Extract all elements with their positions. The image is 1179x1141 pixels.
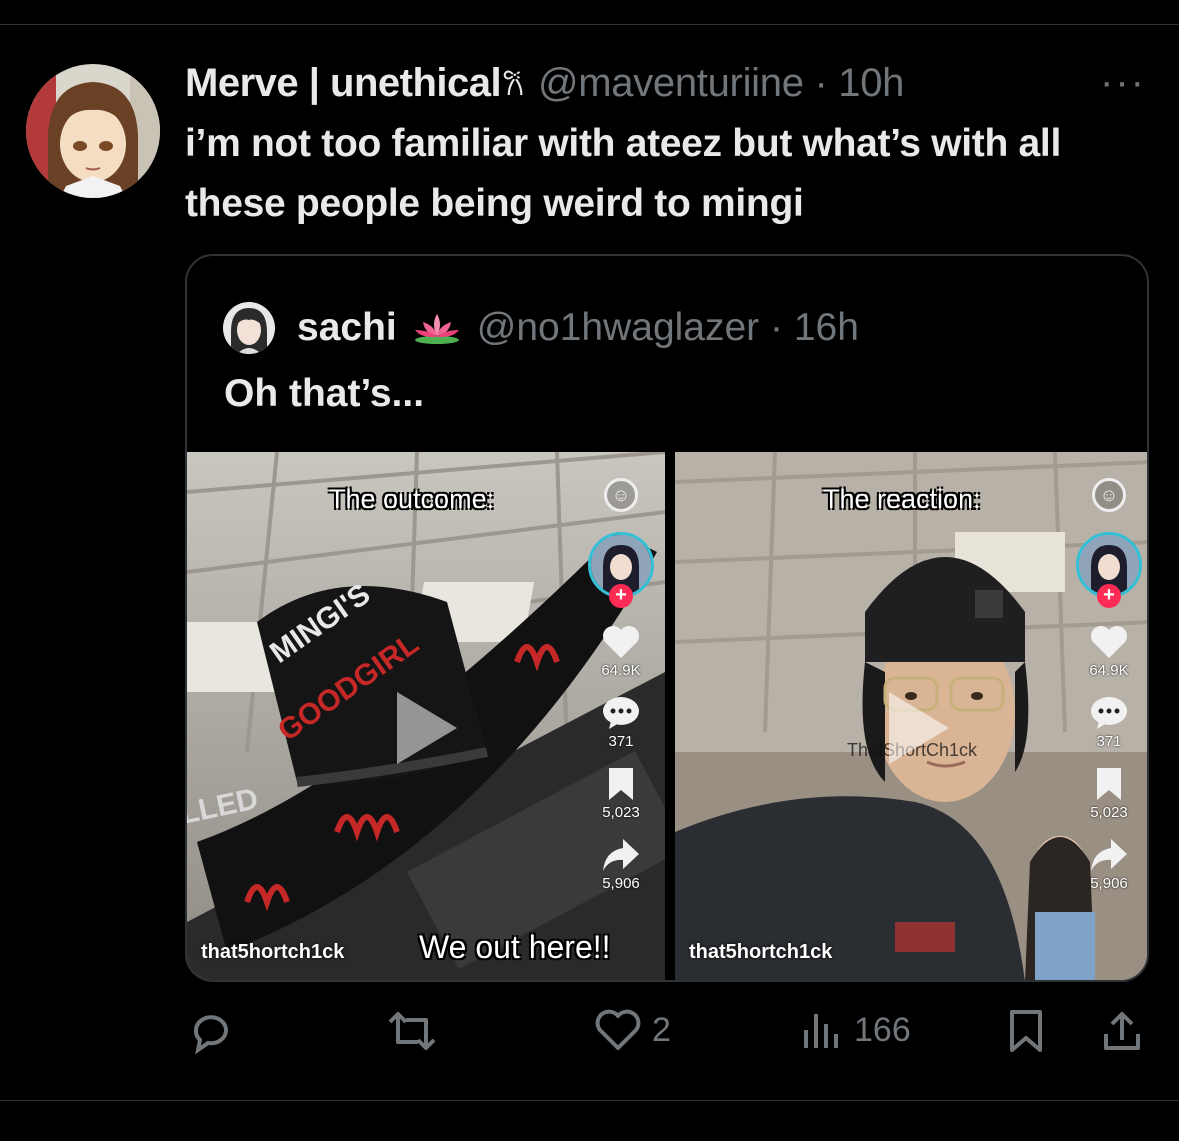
repost-icon — [388, 1012, 436, 1050]
reply-icon — [193, 1015, 228, 1054]
like-stat[interactable]: 64.9K — [1089, 624, 1129, 679]
rose-icon: 𐙚 — [503, 68, 524, 102]
right-caption: The reaction: — [823, 484, 981, 514]
bookmark-icon — [1096, 768, 1121, 800]
right-watermark: that5hortch1ck — [689, 941, 833, 963]
quote-text: Oh that’s... — [224, 372, 425, 415]
like-count: 64.9K — [1089, 662, 1129, 679]
like-count: 64.9K — [601, 662, 641, 679]
smile-icon[interactable]: ☺ — [604, 478, 638, 512]
repost-button[interactable] — [384, 1008, 440, 1054]
right-tiktok-rail: ☺ + 64.9K 371 5,023 5,906 — [1073, 478, 1145, 892]
heart-outline-icon — [595, 1009, 641, 1050]
left-tiktok-rail: ☺ + 64.9K 371 5,023 5,906 — [585, 478, 657, 892]
left-caption: The outcome: — [329, 484, 495, 514]
tweet-header: Merve | unethical 𐙚 @maventuriine · 10h — [185, 58, 904, 108]
lotus-icon — [414, 314, 459, 344]
bookmark-outline-icon — [1010, 1010, 1042, 1052]
bookmark-icon — [608, 768, 633, 800]
action-bar: 2 166 — [0, 1008, 1179, 1064]
like-button[interactable]: 2 — [594, 1008, 671, 1052]
author-avatar[interactable] — [26, 64, 160, 198]
author-handle-time[interactable]: @maventuriine · 10h — [538, 61, 905, 106]
save-count: 5,023 — [1090, 804, 1128, 821]
reply-button[interactable] — [188, 1008, 234, 1054]
left-bottom-caption: We out here!! — [419, 929, 611, 965]
save-count: 5,023 — [602, 804, 640, 821]
views-count: 166 — [854, 1010, 911, 1049]
views-chart-icon — [804, 1014, 838, 1048]
comment-count: 371 — [608, 733, 634, 750]
like-stat[interactable]: 64.9K — [601, 624, 641, 679]
follow-plus-icon[interactable]: + — [609, 584, 633, 608]
share-count: 5,906 — [1090, 875, 1128, 892]
quote-header: sachi @no1hwaglazer · 16h — [297, 300, 859, 356]
author-name[interactable]: Merve | unethical — [185, 61, 502, 106]
bookmark-button[interactable] — [1006, 1008, 1046, 1054]
quote-author-name[interactable]: sachi — [297, 306, 397, 350]
play-icon[interactable] — [883, 688, 953, 768]
heart-icon — [1091, 626, 1127, 658]
like-count: 2 — [652, 1010, 671, 1049]
share-count: 5,906 — [602, 875, 640, 892]
comment-icon — [1091, 697, 1127, 729]
quote-author-avatar[interactable] — [223, 302, 275, 354]
heart-icon — [603, 626, 639, 658]
tweet-text: i’m not too familiar with ateez but what… — [185, 122, 1061, 225]
follow-plus-icon[interactable]: + — [1097, 584, 1121, 608]
share-arrow-icon — [1091, 839, 1127, 871]
bottom-divider — [0, 1100, 1179, 1101]
comment-count: 371 — [1096, 733, 1122, 750]
save-stat[interactable]: 5,023 — [602, 766, 640, 821]
views-button[interactable]: 166 — [800, 1008, 911, 1052]
share-stat[interactable]: 5,906 — [601, 837, 641, 892]
more-options-icon[interactable]: ··· — [1100, 62, 1146, 102]
play-icon[interactable] — [391, 688, 461, 768]
save-stat[interactable]: 5,023 — [1090, 766, 1128, 821]
left-watermark: that5hortch1ck — [201, 941, 345, 963]
comment-stat[interactable]: 371 — [601, 695, 641, 750]
quote-tweet-card[interactable]: sachi @no1hwaglazer · 16h Oh that’s... M… — [185, 254, 1149, 982]
media-outcome-video[interactable]: MINGI'S GOODGIRL LLED The outcome: ☺ + 6… — [187, 452, 665, 980]
share-stat[interactable]: 5,906 — [1089, 837, 1129, 892]
comment-icon — [603, 697, 639, 729]
comment-stat[interactable]: 371 — [1089, 695, 1129, 750]
share-arrow-icon — [603, 839, 639, 871]
share-button[interactable] — [1100, 1008, 1144, 1054]
quote-handle-time[interactable]: @no1hwaglazer · 16h — [477, 306, 859, 350]
smile-icon[interactable]: ☺ — [1092, 478, 1126, 512]
share-upload-icon — [1104, 1012, 1140, 1050]
media-reaction-video[interactable]: The reaction: ThatShortCh1ck ☺ + 64.9K 3… — [675, 452, 1147, 980]
top-divider — [0, 24, 1179, 25]
